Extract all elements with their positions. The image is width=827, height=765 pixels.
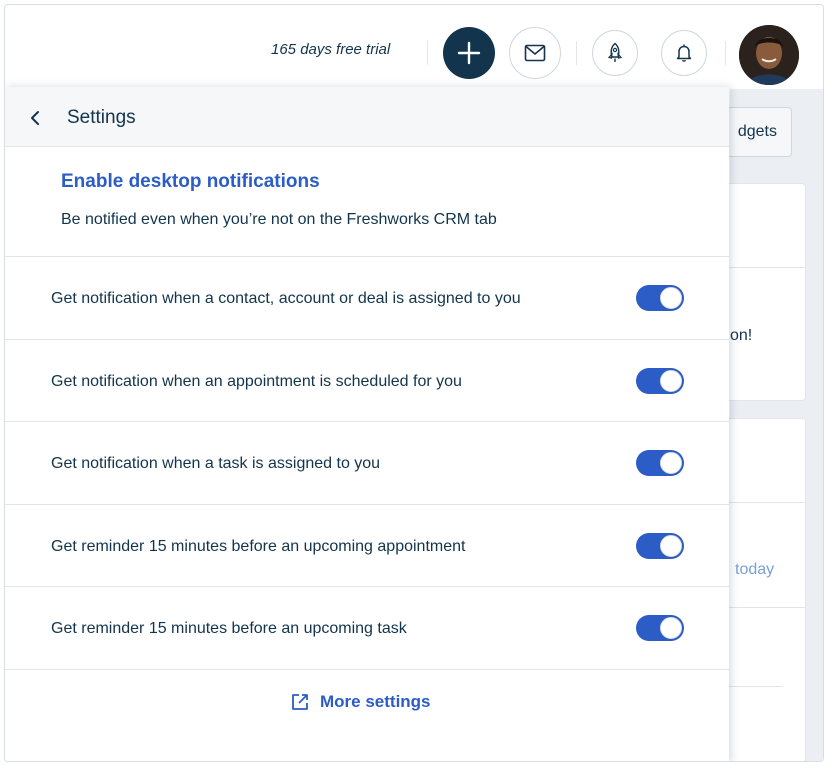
setting-row: Get notification when a task is assigned…	[5, 422, 729, 505]
toggle-knob	[660, 534, 682, 557]
setting-row: Get reminder 15 minutes before an upcomi…	[5, 505, 729, 588]
rocket-icon	[607, 42, 623, 62]
back-arrow-icon[interactable]	[27, 109, 43, 127]
add-button[interactable]	[443, 27, 495, 79]
divider	[725, 41, 726, 65]
rocket-button[interactable]	[592, 30, 638, 76]
more-settings-label: More settings	[320, 692, 431, 711]
divider	[427, 41, 428, 65]
enable-desktop-notifications-link[interactable]: Enable desktop notifications	[61, 171, 320, 193]
external-link-icon	[292, 694, 308, 710]
trial-text: 165 days free trial	[271, 41, 391, 58]
setting-label: Get reminder 15 minutes before an upcomi…	[51, 537, 466, 555]
enable-desktop-notifications-description: Be notified even when you’re not on the …	[61, 211, 497, 228]
more-settings-link[interactable]: More settings	[290, 692, 431, 712]
toggle-knob	[660, 287, 682, 309]
background-text: on!	[730, 327, 753, 344]
setting-toggle[interactable]	[636, 532, 684, 559]
plus-icon	[457, 41, 481, 65]
widgets-label: dgets	[737, 123, 777, 140]
setting-label: Get notification when a contact, account…	[51, 290, 521, 307]
panel-title: Settings	[67, 107, 136, 128]
setting-toggle[interactable]	[636, 285, 684, 311]
divider	[576, 41, 577, 65]
top-bar: 165 days free trial	[5, 5, 823, 89]
setting-row: Get notification when an appointment is …	[5, 340, 729, 423]
app-frame: dgets on! today 165 days free trial Sett…	[4, 4, 824, 762]
user-avatar[interactable]	[739, 25, 799, 85]
setting-toggle[interactable]	[636, 367, 684, 394]
bell-icon	[676, 44, 692, 62]
toggle-knob	[660, 369, 682, 392]
setting-label: Get reminder 15 minutes before an upcomi…	[51, 620, 407, 638]
setting-toggle[interactable]	[636, 450, 684, 477]
setting-label: Get notification when a task is assigned…	[51, 455, 381, 473]
background-link-text[interactable]: today	[735, 561, 774, 579]
desktop-notifications-section: Enable desktop notifications Be notified…	[5, 147, 729, 257]
toggle-knob	[660, 452, 682, 475]
mail-icon	[524, 44, 546, 62]
setting-label: Get notification when an appointment is …	[51, 372, 462, 390]
setting-toggle[interactable]	[636, 615, 684, 642]
avatar-image	[739, 25, 799, 85]
setting-row: Get reminder 15 minutes before an upcomi…	[5, 587, 729, 670]
mail-button[interactable]	[509, 27, 561, 79]
notifications-button[interactable]	[661, 30, 707, 76]
setting-row: Get notification when a contact, account…	[5, 257, 729, 340]
panel-header: Settings	[5, 87, 729, 147]
toggle-knob	[660, 617, 682, 640]
settings-panel: Settings Enable desktop notifications Be…	[5, 87, 729, 761]
